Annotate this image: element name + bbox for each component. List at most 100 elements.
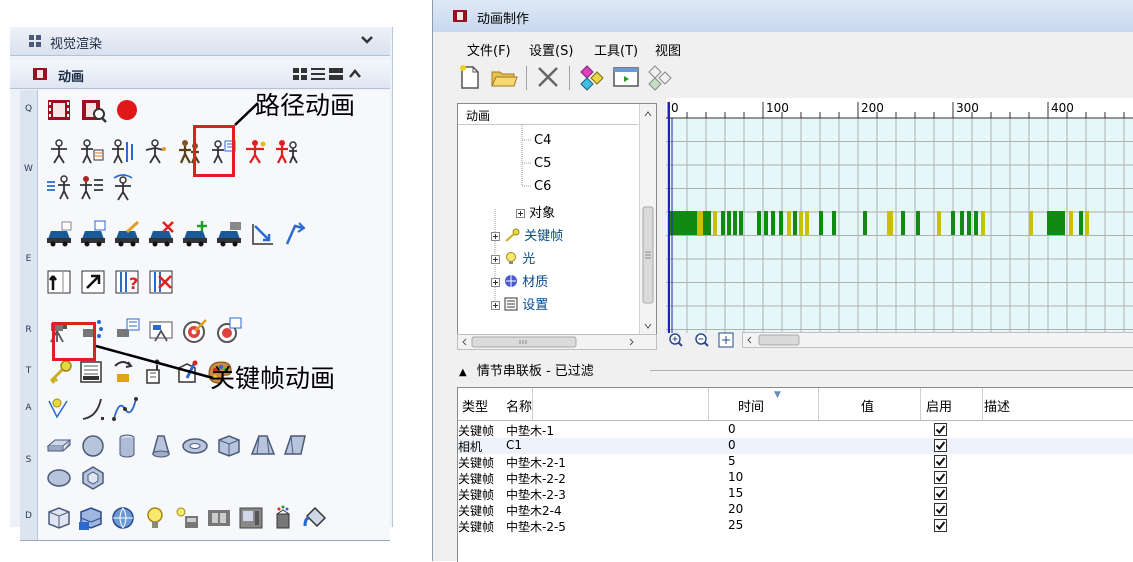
- keyframe-marker: [764, 211, 768, 235]
- film-strip-icon[interactable]: [205, 504, 233, 532]
- window-title: 动画制作: [477, 12, 530, 27]
- row-time: 25: [728, 518, 744, 532]
- tree-node-material[interactable]: 材质: [491, 271, 548, 290]
- tree-vertical-scrollbar[interactable]: [639, 104, 656, 336]
- zoom-out-icon[interactable]: [694, 332, 710, 348]
- keyframe-marker: [819, 211, 823, 235]
- keyframe-add-icon[interactable]: [577, 62, 607, 92]
- enabled-checkbox[interactable]: [934, 439, 947, 452]
- toolbar: [433, 60, 1133, 96]
- enabled-checkbox[interactable]: [934, 519, 947, 532]
- preview-window-icon[interactable]: [611, 62, 641, 92]
- expand-icon[interactable]: [491, 278, 500, 287]
- zoom-in-icon[interactable]: [668, 332, 684, 348]
- pyramid-shape-icon[interactable]: [249, 432, 277, 460]
- keyframe-marker: [733, 211, 737, 235]
- keyframe-marker: [805, 211, 809, 235]
- row-name: 中垫木-2-2: [506, 472, 566, 486]
- cone-shape-icon[interactable]: [147, 432, 175, 460]
- solid-box-icon[interactable]: [45, 504, 73, 532]
- keyframe-marker: [727, 211, 731, 235]
- light-panel-icon[interactable]: [173, 504, 201, 532]
- enabled-checkbox[interactable]: [934, 503, 947, 516]
- row-type: 关键帧: [458, 424, 495, 438]
- timeline-panel[interactable]: 0 100 200 300 400: [666, 98, 1133, 333]
- ruler-tick-label: 300: [956, 101, 979, 115]
- open-folder-icon[interactable]: [489, 62, 519, 92]
- column-header-description[interactable]: 描述: [982, 388, 1133, 420]
- timeline-zoom-controls: [666, 330, 1133, 350]
- zoom-fit-icon[interactable]: [718, 332, 734, 348]
- tree-node-light[interactable]: 光: [491, 248, 535, 267]
- keyframe-marker: [1029, 211, 1033, 235]
- enabled-checkbox[interactable]: [934, 471, 947, 484]
- table-row[interactable]: 关键帧 中垫木2-4 20: [458, 502, 1133, 518]
- light-bulb-icon[interactable]: [141, 504, 169, 532]
- enabled-checkbox[interactable]: [934, 455, 947, 468]
- menu-file[interactable]: 文件(F): [467, 40, 511, 59]
- storyboard-header[interactable]: ▲ 情节串联板 - 已过滤: [459, 360, 594, 379]
- paint-bucket-icon[interactable]: [301, 504, 329, 532]
- delete-icon[interactable]: [533, 62, 563, 92]
- polyhedron-shape-icon[interactable]: [79, 464, 107, 492]
- slab-shape-icon[interactable]: [45, 432, 73, 460]
- globe-icon[interactable]: [109, 504, 137, 532]
- tree-node-settings[interactable]: 设置: [491, 294, 548, 313]
- row-type: 关键帧: [458, 504, 495, 518]
- tree-node-c5[interactable]: C5: [534, 156, 551, 171]
- callout-leaders: [95, 102, 259, 380]
- menu-settings[interactable]: 设置(S): [529, 40, 573, 59]
- enabled-checkbox[interactable]: [934, 423, 947, 436]
- cube-shape-icon[interactable]: [215, 432, 243, 460]
- expand-icon[interactable]: [491, 301, 500, 310]
- sphere-shape-icon[interactable]: [79, 432, 107, 460]
- tree-node-objects[interactable]: 对象: [516, 202, 555, 221]
- menu-tools[interactable]: 工具(T): [594, 40, 638, 59]
- table-row[interactable]: 关键帧 中垫木-2-5 25: [458, 518, 1133, 534]
- table-row[interactable]: 关键帧 中垫木-2-1 5: [458, 454, 1133, 470]
- column-header-enabled[interactable]: 启用: [920, 388, 983, 420]
- expand-icon[interactable]: [516, 209, 525, 218]
- expand-icon[interactable]: [491, 255, 500, 264]
- table-row[interactable]: 关键帧 中垫木-2-3 15: [458, 486, 1133, 502]
- row-type: 关键帧: [458, 488, 495, 502]
- table-row[interactable]: 关键帧 中垫木-1 0: [458, 422, 1133, 438]
- keyframe-grid-icon[interactable]: [645, 62, 675, 92]
- keyframe-marker: [1085, 211, 1089, 235]
- keyframe-marker: [901, 211, 905, 235]
- collapse-triangle-icon[interactable]: ▲: [459, 367, 467, 378]
- table-row[interactable]: 相机 C1 0: [458, 438, 1133, 454]
- wedge-shape-icon[interactable]: [281, 432, 309, 460]
- paint-can-icon[interactable]: [269, 504, 297, 532]
- layered-box-icon[interactable]: [77, 504, 105, 532]
- texture-panel-icon[interactable]: [237, 504, 265, 532]
- tree-node-keyframes[interactable]: 关键帧: [491, 225, 563, 244]
- column-header-time[interactable]: 时间 ▼: [708, 388, 819, 420]
- ellipsoid-shape-icon[interactable]: [45, 464, 73, 492]
- group-letter: D: [25, 511, 32, 521]
- row-name: 中垫木-2-1: [506, 456, 566, 470]
- column-header-name[interactable]: 名称: [458, 388, 709, 420]
- tree-node-c6[interactable]: C6: [534, 179, 551, 194]
- menu-view[interactable]: 视图: [655, 40, 681, 59]
- tree-horizontal-scrollbar[interactable]: [457, 334, 657, 350]
- keyframe-marker: [779, 211, 783, 235]
- table-row[interactable]: 关键帧 中垫木-2-2 10: [458, 470, 1133, 486]
- keyframe-marker: [1069, 211, 1073, 235]
- new-file-icon[interactable]: [455, 62, 485, 92]
- expand-icon[interactable]: [491, 232, 500, 241]
- row-name: 中垫木2-4: [506, 504, 562, 518]
- keyframe-marker: [887, 211, 893, 235]
- tool-group-d: D: [20, 496, 390, 541]
- enabled-checkbox[interactable]: [934, 487, 947, 500]
- timeline-horizontal-scrollbar[interactable]: [742, 332, 1133, 348]
- cylinder-shape-icon[interactable]: [113, 432, 141, 460]
- timeline-chart[interactable]: 0 100 200 300 400: [666, 98, 1133, 333]
- torus-shape-icon[interactable]: [181, 432, 209, 460]
- column-header-value[interactable]: 值: [818, 388, 921, 420]
- keyframe-marker: [787, 211, 791, 235]
- ruler-tick-label: 100: [766, 101, 789, 115]
- keyframe-marker: [951, 211, 955, 235]
- tree-node-c4[interactable]: C4: [534, 133, 551, 148]
- storyboard-grid: 类型 名称 时间 ▼ 值 启用 描述 关键帧 中垫木-1 0 相机 C1 0 关键帧 中垫木-2…: [457, 387, 1133, 562]
